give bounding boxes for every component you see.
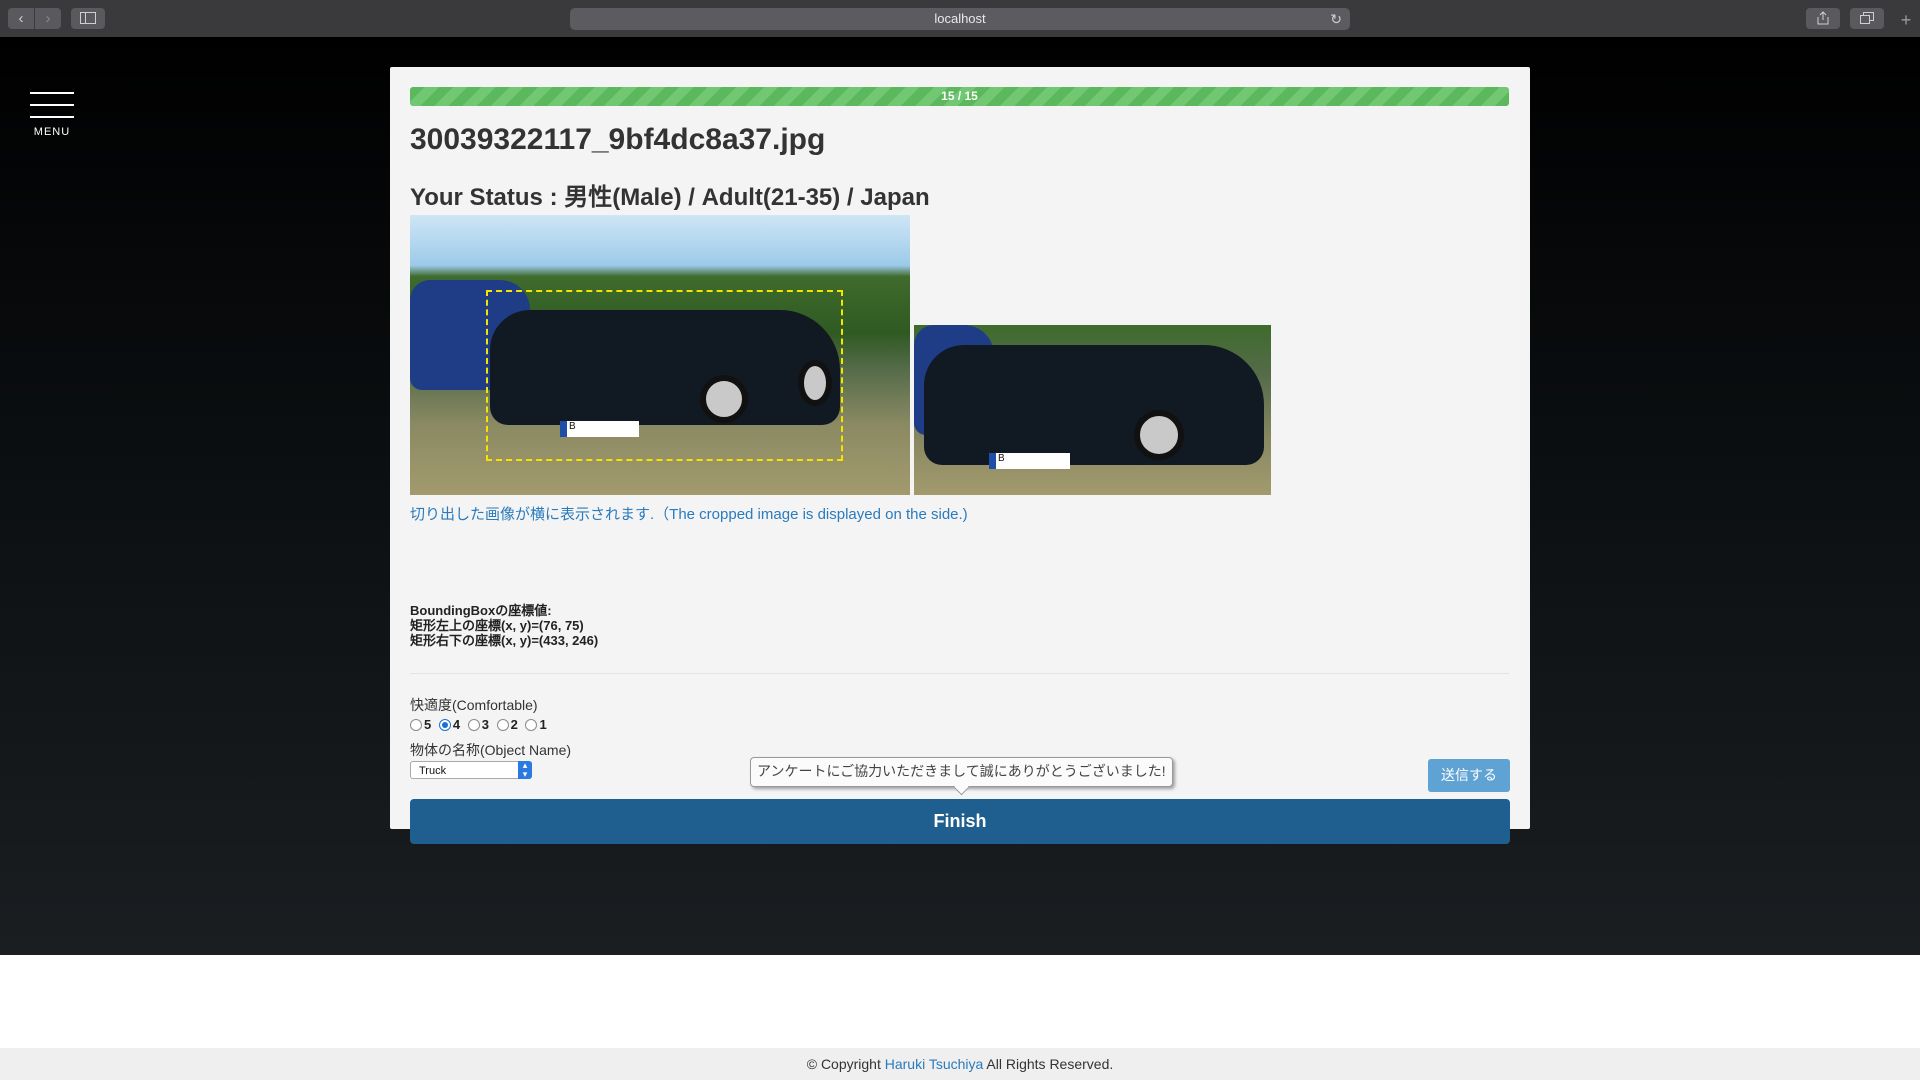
hamburger-icon-line — [30, 104, 74, 106]
footer-prefix: © Copyright — [806, 1056, 885, 1072]
comfort-option-1[interactable]: 1 — [525, 717, 547, 732]
cropped-image: B — [914, 325, 1271, 495]
footer: © Copyright Haruki Tsuchiya All Rights R… — [0, 1048, 1920, 1080]
chevron-right-icon: › — [45, 10, 51, 27]
radio-label: 2 — [510, 717, 518, 732]
comfort-option-3[interactable]: 3 — [467, 717, 489, 732]
comfort-option-2[interactable]: 2 — [496, 717, 518, 732]
author-link[interactable]: Haruki Tsuchiya — [885, 1056, 984, 1072]
plate-text: B — [998, 453, 1005, 464]
share-icon — [1817, 11, 1829, 25]
bbox-top-left: 矩形左上の座標(x, y)=(76, 75) — [410, 618, 584, 633]
object-name-select[interactable]: Truck ▴ ▾ — [410, 761, 532, 779]
bbox-coordinates: BoundingBoxの座標値: 矩形左上の座標(x, y)=(76, 75) … — [410, 603, 598, 648]
hamburger-icon-line — [30, 92, 74, 94]
divider — [410, 673, 1509, 674]
radio-label: 4 — [452, 717, 461, 732]
comfort-option-4[interactable]: 4 — [438, 717, 461, 732]
menu-label: MENU — [33, 126, 71, 138]
license-plate: B — [989, 453, 1070, 469]
bounding-box[interactable] — [486, 290, 843, 461]
reload-icon[interactable]: ↻ — [1330, 8, 1342, 30]
radio-button[interactable] — [410, 718, 422, 731]
footer-suffix: All Rights Reserved. — [983, 1056, 1114, 1072]
browser-toolbar: ‹ › localhost ↻ + — [0, 0, 1920, 38]
finish-button[interactable]: Finish — [410, 799, 1510, 844]
comfort-option-5[interactable]: 5 — [410, 717, 431, 732]
select-arrows-icon: ▴ ▾ — [518, 761, 532, 779]
new-tab-icon[interactable]: + — [1896, 10, 1916, 30]
menu-button[interactable]: MENU — [30, 92, 74, 138]
select-value: Truck — [419, 765, 447, 777]
tabs-icon — [1860, 12, 1874, 24]
source-image[interactable]: B — [410, 215, 910, 495]
bbox-title: BoundingBoxの座標値: — [410, 603, 552, 618]
radio-label: 5 — [424, 717, 432, 732]
share-button[interactable] — [1806, 8, 1840, 29]
radio-label: 1 — [539, 717, 547, 732]
sidebar-toggle-button[interactable] — [71, 8, 105, 29]
progress-bar: 15 / 15 — [410, 87, 1509, 106]
tabs-overview-button[interactable] — [1850, 8, 1884, 29]
image-filename: 30039322117_9bf4dc8a37.jpg — [410, 123, 826, 156]
forward-button[interactable]: › — [35, 8, 61, 29]
bbox-bottom-right: 矩形右下の座標(x, y)=(433, 246) — [410, 633, 599, 648]
progress-text: 15 / 15 — [941, 89, 978, 103]
radio-button[interactable] — [525, 718, 538, 731]
survey-card: 15 / 15 30039322117_9bf4dc8a37.jpg Your … — [390, 67, 1530, 844]
user-status: Your Status : 男性(Male) / Adult(21-35) / … — [410, 184, 930, 211]
wheel-shape — [1134, 410, 1184, 460]
black-car-shape — [924, 345, 1264, 465]
back-button[interactable]: ‹ — [8, 8, 34, 29]
comfort-label: 快適度(Comfortable) — [410, 697, 538, 713]
radio-button[interactable] — [467, 718, 480, 731]
submit-button[interactable]: 送信する — [1428, 759, 1510, 792]
address-bar[interactable]: localhost ↻ — [570, 8, 1350, 30]
comfort-radio-group: 5 4 3 2 1 — [410, 717, 551, 734]
hamburger-icon-line — [30, 116, 74, 118]
radio-button-checked[interactable] — [438, 718, 451, 731]
sidebar-icon — [80, 12, 96, 24]
url-text: localhost — [934, 11, 986, 26]
page-background: MENU 15 / 15 30039322117_9bf4dc8a37.jpg … — [0, 37, 1920, 955]
object-name-label: 物体の名称(Object Name) — [410, 742, 572, 758]
chevron-left-icon: ‹ — [18, 10, 24, 27]
radio-label: 3 — [481, 717, 489, 732]
crop-note: 切り出した画像が横に表示されます.（The cropped image is d… — [410, 506, 968, 523]
thank-you-tooltip: アンケートにご協力いただきまして誠にありがとうございました! — [750, 757, 1173, 787]
radio-button[interactable] — [496, 718, 509, 731]
